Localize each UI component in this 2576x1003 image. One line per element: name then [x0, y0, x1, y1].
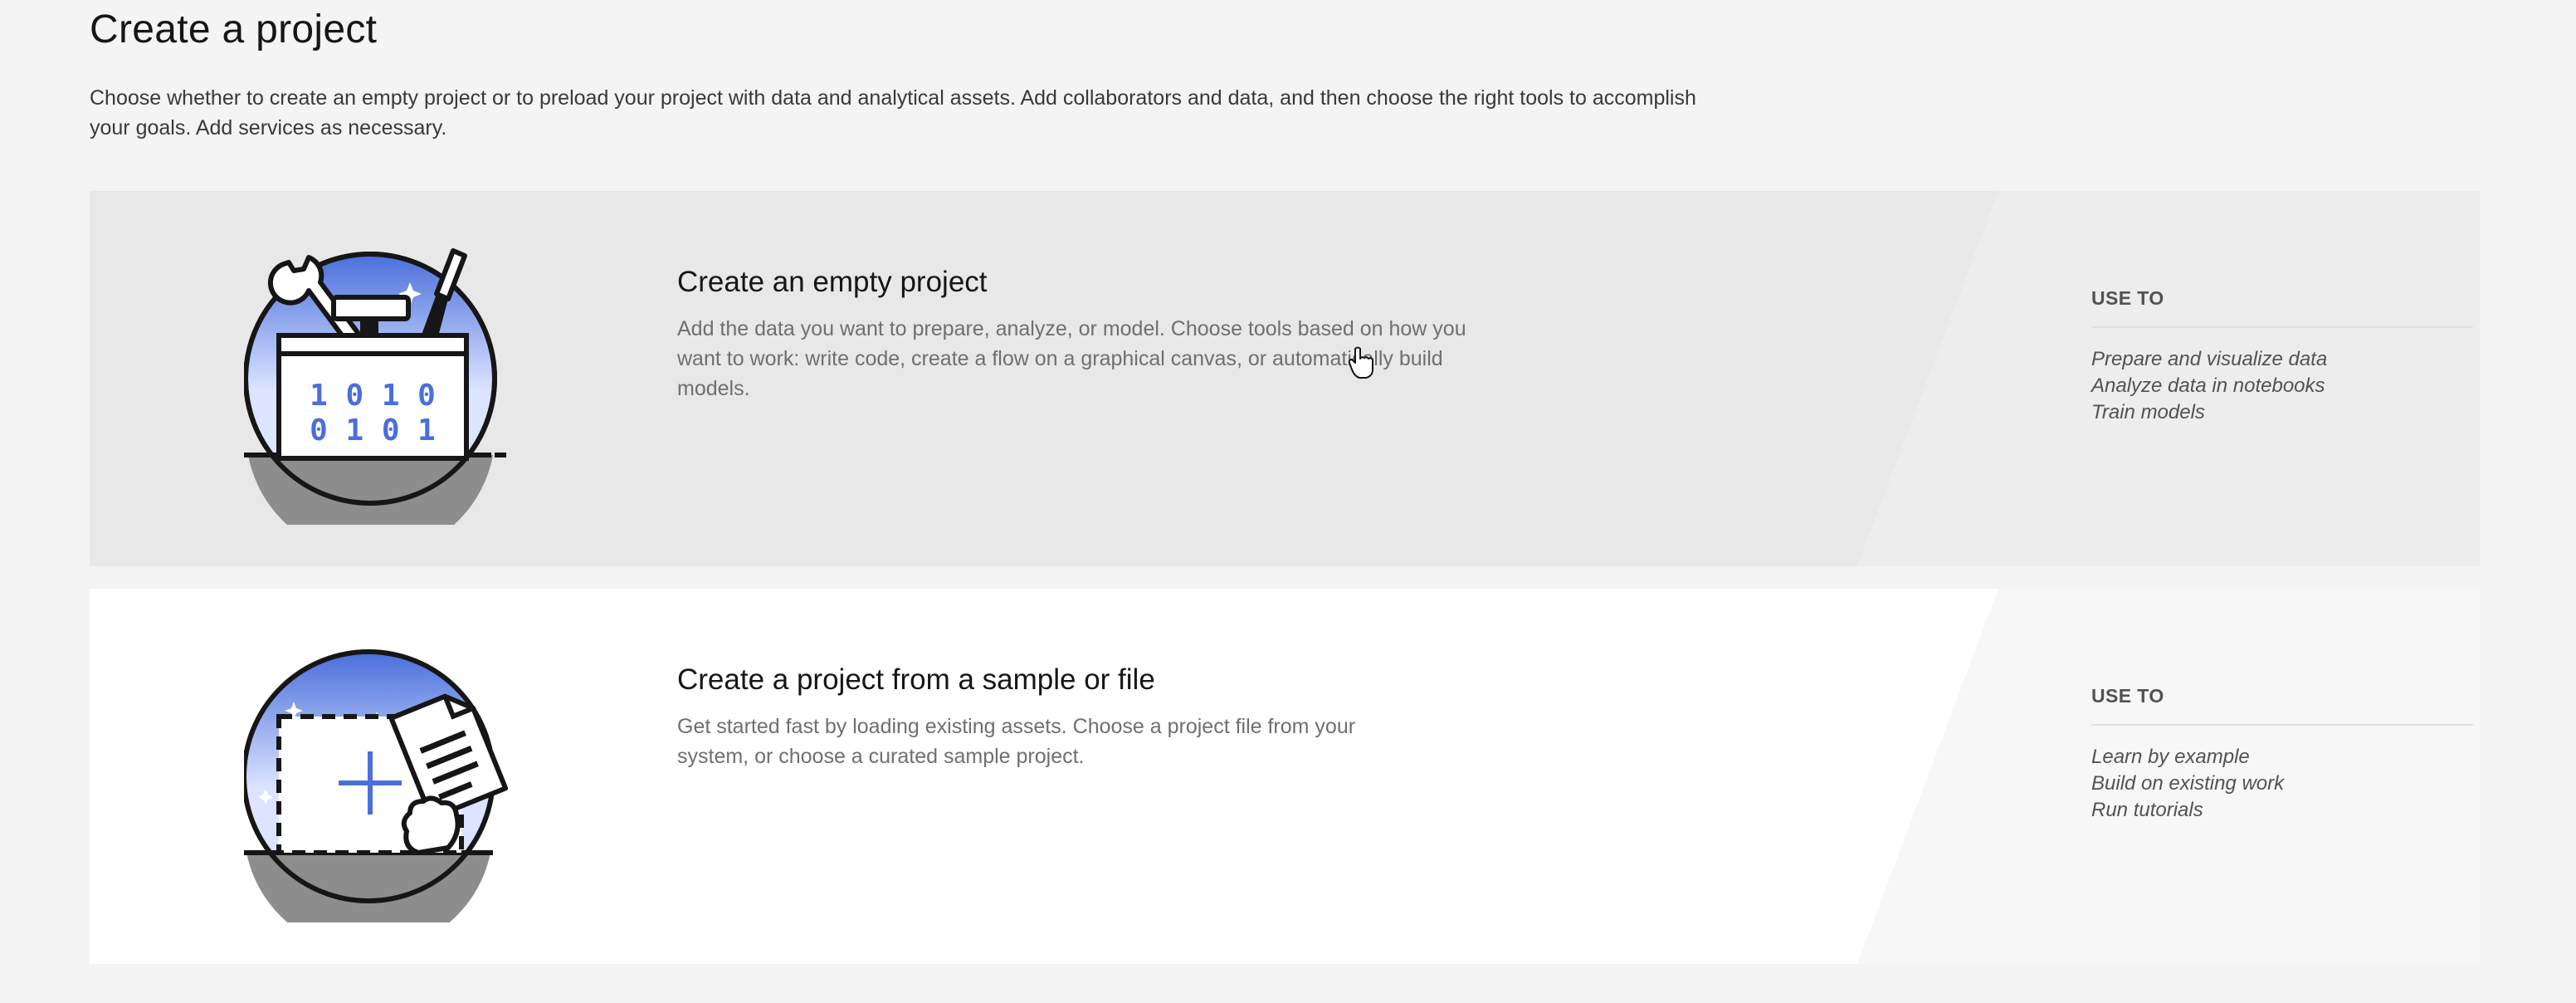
- use-to-list: Learn by example Build on existing work …: [2091, 744, 2473, 824]
- page-description: Choose whether to create an empty projec…: [90, 86, 1696, 139]
- create-empty-project-card[interactable]: 1 0 1 0 0 1 0 1 Create an empty project …: [90, 191, 2480, 566]
- page-title: Create a project: [90, 7, 378, 51]
- use-to-label: USE TO: [2091, 685, 2473, 726]
- toolbox-icon: 1 0 1 0 0 1 0 1: [244, 248, 506, 525]
- use-to-section: USE TO Learn by example Build on existin…: [2091, 685, 2473, 824]
- use-to-item: Prepare and visualize data: [2091, 348, 2328, 370]
- file-upload-icon: [244, 649, 509, 922]
- use-to-item: Learn by example: [2091, 746, 2250, 768]
- use-to-item: Build on existing work: [2091, 772, 2285, 795]
- use-to-item: Run tutorials: [2091, 799, 2203, 821]
- binary-bottom-text: 0 1 0 1: [310, 413, 436, 448]
- hand-pointer-icon: [1348, 346, 1373, 379]
- use-to-item: Analyze data in notebooks: [2091, 374, 2325, 397]
- card-title: Create a project from a sample or file: [677, 663, 1155, 696]
- create-from-sample-card[interactable]: Create a project from a sample or file G…: [90, 589, 2480, 964]
- binary-top-text: 1 0 1 0: [310, 379, 436, 413]
- use-to-section: USE TO Prepare and visualize data Analyz…: [2091, 287, 2473, 426]
- use-to-label: USE TO: [2091, 287, 2473, 328]
- card-description: Get started fast by loading existing ass…: [677, 715, 1356, 768]
- use-to-list: Prepare and visualize data Analyze data …: [2091, 346, 2473, 426]
- card-title: Create an empty project: [677, 266, 988, 298]
- use-to-item: Train models: [2091, 401, 2205, 423]
